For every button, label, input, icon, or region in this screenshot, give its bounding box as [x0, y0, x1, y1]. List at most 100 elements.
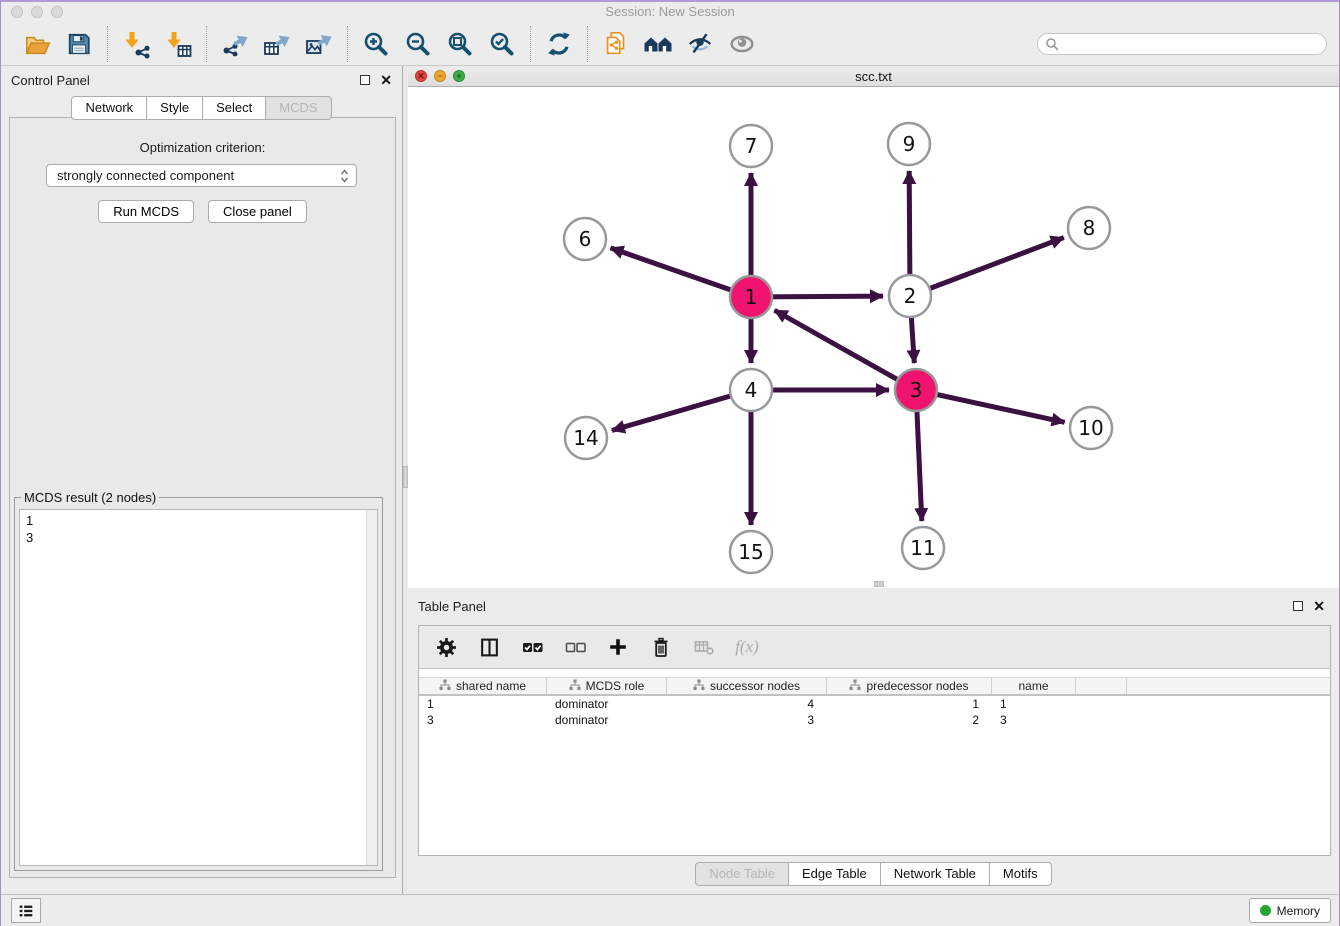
table-row[interactable]: 1dominator411 — [419, 696, 1330, 712]
node-table: shared nameMCDS role successor nodes prede… — [419, 669, 1330, 855]
graph-node-label-14: 14 — [573, 426, 598, 450]
column-header-name[interactable]: name — [992, 678, 1076, 694]
network-canvas-svg: 7968124314101511 — [408, 87, 1340, 588]
tab-network[interactable]: Network — [71, 96, 147, 120]
cell-predecessor-nodes[interactable]: 1 — [827, 696, 992, 712]
edge-1-6[interactable] — [610, 248, 751, 297]
cell-predecessor-nodes[interactable]: 2 — [827, 712, 992, 728]
tab-edge-table[interactable]: Edge Table — [789, 862, 881, 886]
import-network-button[interactable] — [118, 27, 154, 61]
status-menu-button[interactable] — [11, 898, 41, 923]
export-image-icon — [304, 29, 334, 59]
export-table-button[interactable] — [259, 27, 295, 61]
zoom-fit-content-button[interactable] — [442, 27, 478, 61]
cell-successor-nodes[interactable]: 3 — [667, 712, 827, 728]
import-network-icon — [121, 29, 151, 59]
edge-3-10[interactable] — [916, 390, 1065, 422]
search-input[interactable] — [1037, 33, 1327, 55]
tab-select[interactable]: Select — [203, 96, 266, 120]
function-builder-button[interactable]: f(x) — [734, 634, 760, 660]
mcds-result-area[interactable]: 1 3 — [19, 509, 378, 866]
column-header-predecessor-nodes[interactable]: predecessor nodes — [827, 678, 992, 694]
main-toolbar — [1, 22, 1339, 66]
split-table-view-button[interactable] — [476, 634, 502, 660]
table-row[interactable]: 3dominator323 — [419, 712, 1330, 728]
table-settings-icon — [436, 637, 457, 658]
column-header-shared-name[interactable]: shared name — [419, 678, 547, 694]
duplicate-network-button[interactable] — [598, 27, 634, 61]
show-graphics-details-button[interactable] — [724, 27, 760, 61]
tab-network-table[interactable]: Network Table — [881, 862, 990, 886]
cell-name[interactable]: 1 — [992, 696, 1076, 712]
run-mcds-button[interactable]: Run MCDS — [98, 200, 194, 223]
zoom-selected-button[interactable] — [484, 27, 520, 61]
criterion-select[interactable]: strongly connected component — [46, 164, 357, 187]
app-titlebar: Session: New Session — [1, 2, 1339, 22]
control-panel-title: Control Panel — [11, 73, 360, 88]
column-tree-icon — [439, 679, 451, 694]
close-panel-button[interactable]: Close panel — [208, 200, 307, 223]
memory-status-icon — [1260, 905, 1271, 916]
network-canvas[interactable]: 7968124314101511 — [408, 87, 1339, 588]
show-hide-panels-icon — [642, 31, 674, 57]
apply-preferred-layout-button[interactable] — [541, 27, 577, 61]
column-header-label: name — [1018, 679, 1048, 693]
graph-node-label-8: 8 — [1083, 216, 1096, 240]
graph-node-label-6: 6 — [579, 227, 592, 251]
control-panel: Control Panel ✕ NetworkStyleSelectMCDS O… — [1, 66, 402, 894]
column-header-label: successor nodes — [710, 679, 800, 693]
delete-column-icon — [651, 637, 671, 658]
control-panel-close-icon[interactable]: ✕ — [380, 75, 392, 85]
cell-MCDS-role[interactable]: dominator — [547, 696, 667, 712]
tab-mcds[interactable]: MCDS — [266, 96, 331, 120]
zoom-in-button[interactable] — [358, 27, 394, 61]
table-tabs: Node TableEdge TableNetwork TableMotifs — [408, 862, 1339, 886]
graph-node-label-4: 4 — [745, 378, 758, 402]
select-all-columns-button[interactable] — [519, 634, 545, 660]
table-panel-close-icon[interactable]: ✕ — [1313, 601, 1325, 611]
delete-column-button[interactable] — [648, 634, 674, 660]
memory-label: Memory — [1277, 904, 1320, 918]
tab-style[interactable]: Style — [147, 96, 203, 120]
cell-shared-name[interactable]: 1 — [419, 696, 547, 712]
zoom-out-icon — [404, 30, 432, 58]
tab-motifs[interactable]: Motifs — [990, 862, 1052, 886]
show-hide-panels-button[interactable] — [640, 27, 676, 61]
edge-2-8[interactable] — [910, 238, 1064, 296]
control-panel-float-icon[interactable] — [360, 75, 370, 85]
optimization-criterion-label: Optimization criterion: — [10, 140, 395, 155]
edge-3-1[interactable] — [775, 310, 916, 390]
import-table-icon — [163, 29, 193, 59]
table-settings-button[interactable] — [433, 634, 459, 660]
cell-shared-name[interactable]: 3 — [419, 712, 547, 728]
status-bar: Memory — [1, 894, 1339, 926]
export-image-button[interactable] — [301, 27, 337, 61]
open-session-button[interactable] — [19, 27, 55, 61]
column-header-MCDS-role[interactable]: MCDS role — [547, 678, 667, 694]
mcds-result-scrollbar[interactable] — [366, 510, 377, 865]
delete-table-icon — [694, 638, 715, 657]
table-body: 1dominator4113dominator323 — [419, 696, 1330, 728]
graph-node-label-1: 1 — [745, 285, 758, 309]
deselect-all-columns-icon — [565, 641, 586, 654]
cell-successor-nodes[interactable]: 4 — [667, 696, 827, 712]
export-network-button[interactable] — [217, 27, 253, 61]
tab-node-table[interactable]: Node Table — [695, 862, 789, 886]
table-header-filler — [1076, 678, 1127, 694]
cell-MCDS-role[interactable]: dominator — [547, 712, 667, 728]
import-table-button[interactable] — [160, 27, 196, 61]
column-header-successor-nodes[interactable]: successor nodes — [667, 678, 827, 694]
hide-graphics-details-button[interactable] — [682, 27, 718, 61]
save-session-button[interactable] — [61, 27, 97, 61]
search-icon — [1045, 37, 1059, 56]
table-panel-float-icon[interactable] — [1293, 601, 1303, 611]
add-column-button[interactable] — [605, 634, 631, 660]
delete-table-button[interactable] — [691, 634, 717, 660]
zoom-out-button[interactable] — [400, 27, 436, 61]
network-table-splitter-grip[interactable] — [874, 581, 884, 587]
network-window-title: scc.txt — [408, 69, 1339, 84]
deselect-all-columns-button[interactable] — [562, 634, 588, 660]
cell-name[interactable]: 3 — [992, 712, 1076, 728]
memory-button[interactable]: Memory — [1249, 898, 1331, 923]
save-session-icon — [65, 30, 93, 58]
